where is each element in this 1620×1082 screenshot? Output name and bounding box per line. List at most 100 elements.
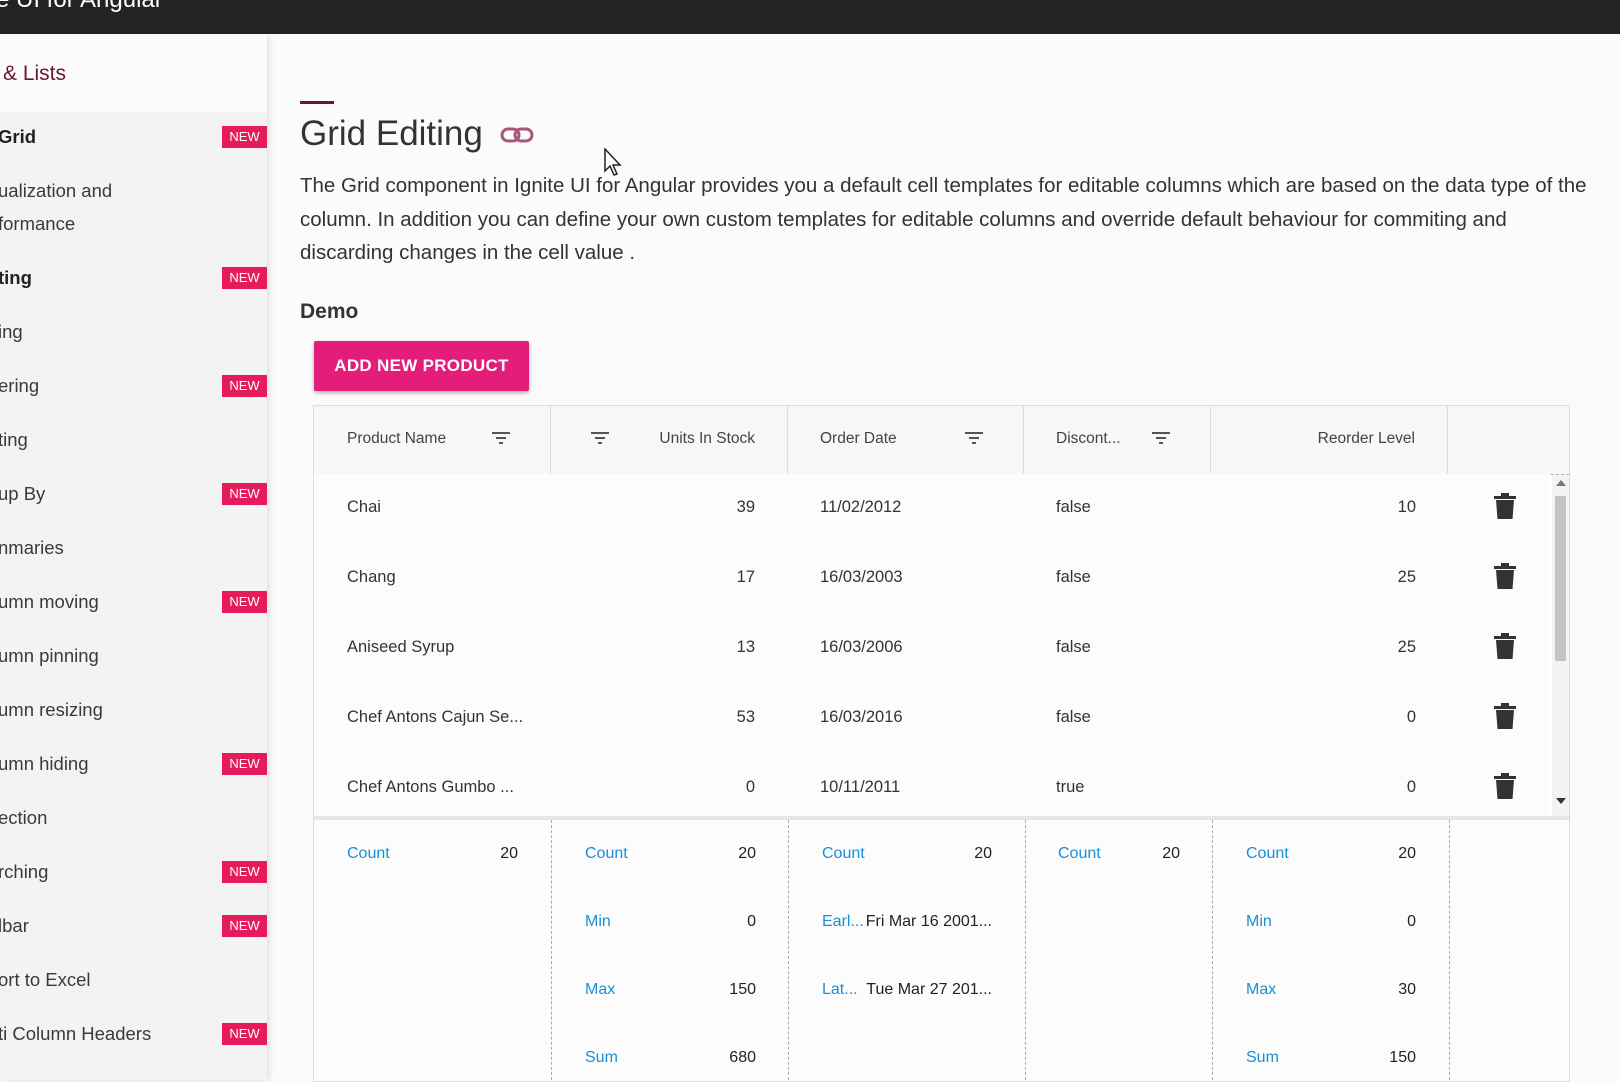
- column-header-product-name[interactable]: Product Name: [314, 406, 551, 474]
- summary-value: 20: [1162, 845, 1180, 862]
- sidebar-item-label: ting: [0, 429, 28, 450]
- sidebar-item-column-hiding[interactable]: umn hiding NEW: [0, 747, 267, 781]
- cell-units-in-stock[interactable]: 53: [737, 708, 755, 727]
- sidebar-item-multi-column-headers[interactable]: ti Column Headers NEW: [0, 1017, 267, 1051]
- cell-units-in-stock[interactable]: 13: [737, 638, 755, 657]
- cell-discontinued[interactable]: false: [1056, 498, 1091, 517]
- table-row[interactable]: Chef Antons Gumbo ... 0 10/11/2011 true …: [314, 754, 1549, 825]
- sidebar: & Lists Grid NEW ualization and formance…: [0, 34, 267, 1080]
- sidebar-item-label: lbar: [0, 915, 29, 936]
- summary-label: Lat...: [822, 981, 858, 998]
- sidebar-item-label: umn resizing: [0, 699, 103, 720]
- summary-label: Count: [1246, 845, 1289, 862]
- scroll-up-arrow-icon[interactable]: [1556, 480, 1566, 486]
- sidebar-item-label: Grid: [0, 126, 37, 147]
- grid-summary-row: Count 20 Count 20 Min 0 Max 150 Sum 680 …: [314, 816, 1569, 1081]
- sidebar-item-label: ering: [0, 375, 40, 396]
- sidebar-item-label: ting: [0, 267, 32, 288]
- cell-units-in-stock[interactable]: 17: [737, 568, 755, 587]
- sidebar-item-label: umn pinning: [0, 645, 99, 666]
- sidebar-item-virtualization[interactable]: ualization and formance: [0, 174, 267, 242]
- link-icon[interactable]: [500, 124, 534, 146]
- cell-discontinued[interactable]: false: [1056, 638, 1091, 657]
- new-badge: NEW: [222, 591, 267, 613]
- filter-icon[interactable]: [492, 431, 510, 445]
- new-badge: NEW: [222, 1023, 267, 1045]
- sidebar-item-label: umn moving: [0, 591, 99, 612]
- sidebar-section-title[interactable]: & Lists: [3, 62, 66, 86]
- cell-order-date[interactable]: 11/02/2012: [820, 498, 901, 517]
- column-header-label: Product Name: [347, 430, 447, 447]
- cell-product-name[interactable]: Chai: [347, 498, 381, 517]
- cell-reorder-level[interactable]: 0: [1407, 778, 1416, 797]
- new-badge: NEW: [222, 267, 267, 289]
- column-header-label: Units In Stock: [659, 430, 755, 447]
- cell-order-date[interactable]: 16/03/2003: [820, 568, 903, 587]
- cell-product-name[interactable]: Chang: [347, 568, 396, 587]
- scroll-down-arrow-icon[interactable]: [1556, 798, 1566, 804]
- filter-icon[interactable]: [1152, 431, 1170, 445]
- trash-icon[interactable]: [1494, 633, 1516, 659]
- column-header-reorder-level[interactable]: Reorder Level: [1211, 406, 1448, 474]
- sidebar-item-grid[interactable]: Grid NEW: [0, 120, 267, 154]
- mouse-cursor-icon: [604, 148, 622, 176]
- cell-discontinued[interactable]: true: [1056, 778, 1084, 797]
- sidebar-item-label: umn hiding: [0, 753, 89, 774]
- cell-order-date[interactable]: 16/03/2016: [820, 708, 903, 727]
- summary-label: Earl...: [822, 913, 864, 930]
- sidebar-item-filtering[interactable]: ering NEW: [0, 369, 267, 403]
- cell-reorder-level[interactable]: 10: [1398, 498, 1416, 517]
- scroll-thumb[interactable]: [1555, 496, 1566, 661]
- sidebar-item-selection[interactable]: ection: [0, 801, 267, 835]
- filter-icon[interactable]: [591, 431, 609, 445]
- table-row[interactable]: Chai 39 11/02/2012 false 10: [314, 474, 1549, 545]
- add-new-product-button[interactable]: ADD NEW PRODUCT: [314, 341, 529, 391]
- cell-discontinued[interactable]: false: [1056, 708, 1091, 727]
- summary-label: Count: [822, 845, 865, 862]
- cell-units-in-stock[interactable]: 39: [737, 498, 755, 517]
- column-header-discontinued[interactable]: Discont...: [1024, 406, 1211, 474]
- column-header-actions: [1448, 406, 1569, 474]
- table-row[interactable]: Chang 17 16/03/2003 false 25: [314, 544, 1549, 615]
- sidebar-item-label: ort to Excel: [0, 969, 91, 990]
- data-grid: Product Name Units In Stock Order Date D…: [313, 405, 1570, 1082]
- cell-product-name[interactable]: Aniseed Syrup: [347, 638, 454, 657]
- demo-heading: Demo: [300, 300, 359, 323]
- sidebar-item-group-by[interactable]: up By NEW: [0, 477, 267, 511]
- sidebar-item-searching[interactable]: rching NEW: [0, 855, 267, 889]
- sidebar-item-column-resizing[interactable]: umn resizing: [0, 693, 267, 727]
- table-row[interactable]: Aniseed Syrup 13 16/03/2006 false 25: [314, 614, 1549, 685]
- cell-order-date[interactable]: 10/11/2011: [820, 778, 900, 797]
- trash-icon[interactable]: [1494, 773, 1516, 799]
- cell-reorder-level[interactable]: 25: [1398, 568, 1416, 587]
- column-header-order-date[interactable]: Order Date: [788, 406, 1024, 474]
- sidebar-item-column-moving[interactable]: umn moving NEW: [0, 585, 267, 619]
- summary-label: Count: [585, 845, 628, 862]
- summary-discontinued: Count 20: [1026, 820, 1213, 1081]
- summary-label: Sum: [585, 1049, 618, 1066]
- trash-icon[interactable]: [1494, 563, 1516, 589]
- summary-value: 150: [1389, 1049, 1416, 1066]
- sidebar-item-paging[interactable]: ing: [0, 315, 267, 349]
- sidebar-item-column-pinning[interactable]: umn pinning: [0, 639, 267, 673]
- grid-scrollbar[interactable]: [1552, 476, 1569, 816]
- cell-product-name[interactable]: Chef Antons Gumbo ...: [347, 778, 514, 797]
- page-title: Grid Editing: [300, 114, 483, 153]
- cell-product-name[interactable]: Chef Antons Cajun Se...: [347, 708, 523, 727]
- sidebar-item-editing[interactable]: ting NEW: [0, 261, 267, 295]
- trash-icon[interactable]: [1494, 703, 1516, 729]
- cell-reorder-level[interactable]: 0: [1407, 708, 1416, 727]
- table-row[interactable]: Chef Antons Cajun Se... 53 16/03/2016 fa…: [314, 684, 1549, 755]
- sidebar-item-export-excel[interactable]: ort to Excel: [0, 963, 267, 997]
- sidebar-item-toolbar[interactable]: lbar NEW: [0, 909, 267, 943]
- sidebar-item-label: rching: [0, 861, 49, 882]
- cell-units-in-stock[interactable]: 0: [746, 778, 755, 797]
- sidebar-item-summaries[interactable]: nmaries: [0, 531, 267, 565]
- cell-discontinued[interactable]: false: [1056, 568, 1091, 587]
- filter-icon[interactable]: [965, 431, 983, 445]
- sidebar-item-sorting[interactable]: ting: [0, 423, 267, 457]
- trash-icon[interactable]: [1494, 493, 1516, 519]
- cell-reorder-level[interactable]: 25: [1398, 638, 1416, 657]
- column-header-units-in-stock[interactable]: Units In Stock: [551, 406, 788, 474]
- cell-order-date[interactable]: 16/03/2006: [820, 638, 903, 657]
